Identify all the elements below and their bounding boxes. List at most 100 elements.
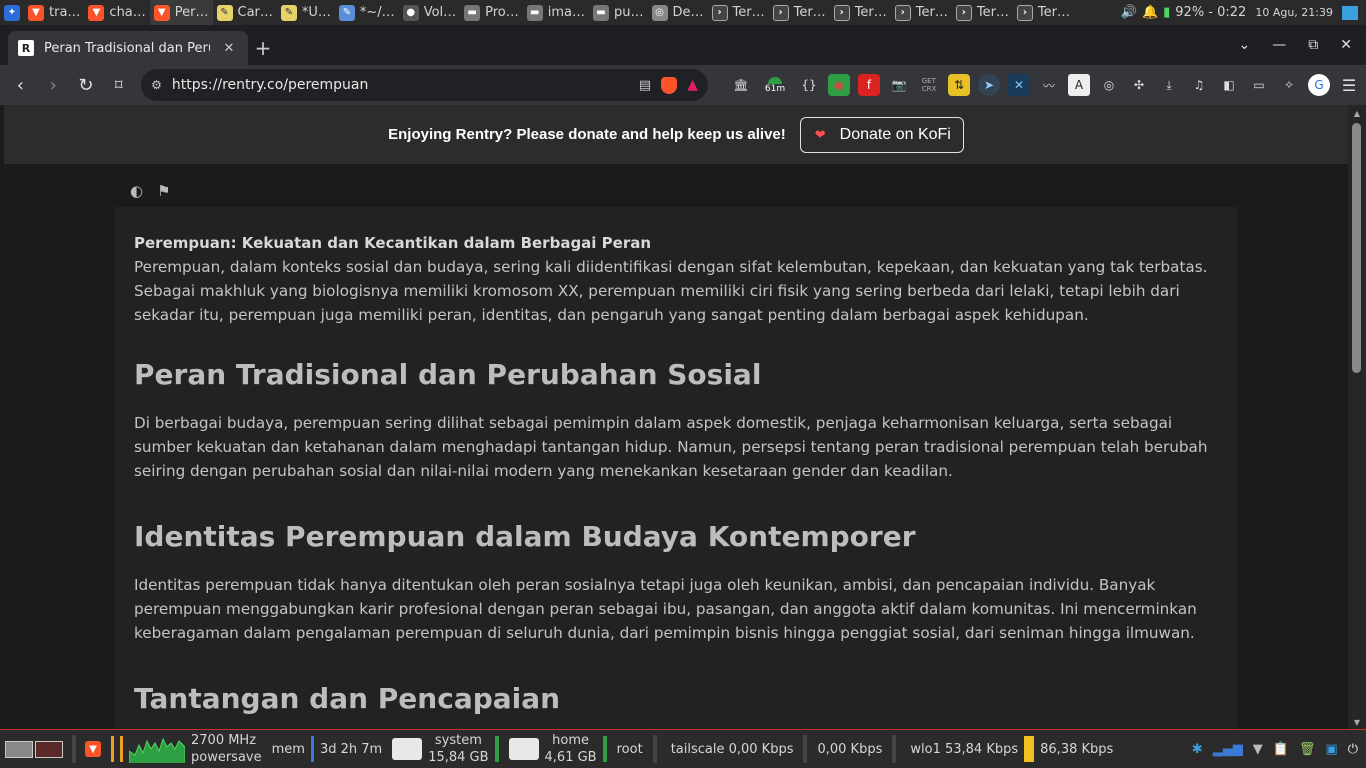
address-bar[interactable]: ⚙ https://rentry.co/perempuan ▤ ▲ xyxy=(141,69,708,101)
task-label: tra… xyxy=(49,5,81,20)
desktop-1[interactable] xyxy=(5,740,33,758)
brave-shields-icon[interactable] xyxy=(661,76,678,94)
show-desktop-icon[interactable] xyxy=(1342,5,1358,20)
back-button[interactable]: ‹ xyxy=(6,70,35,100)
color-extension-icon[interactable]: ◉ xyxy=(828,74,850,96)
clock[interactable]: 10 Agu, 21:39 xyxy=(1255,6,1333,19)
profile-icon[interactable]: G xyxy=(1308,74,1330,96)
maximize-button[interactable]: ⧉ xyxy=(1308,37,1318,53)
editor-icon: ✎ xyxy=(338,4,355,21)
task-terminal-6[interactable]: › Ter… xyxy=(1013,0,1074,25)
donate-kofi-label: Donate on KoFi xyxy=(839,125,951,143)
scroll-down-icon[interactable]: ▼ xyxy=(1352,718,1362,727)
desktop-2[interactable] xyxy=(35,740,63,758)
brave-launcher[interactable]: ▼ xyxy=(80,741,106,757)
task-brave-2[interactable]: ▼ cha… xyxy=(84,0,149,25)
minimize-button[interactable]: — xyxy=(1272,37,1286,53)
brave-rewards-icon[interactable]: ▲ xyxy=(687,77,698,93)
sidebar-icon[interactable]: ◧ xyxy=(1218,74,1240,96)
tailscale-monitor[interactable]: tailscale 0,00 Kbps 0,00 Kbps xyxy=(666,735,906,763)
clipboard-icon[interactable]: 📋 xyxy=(1273,742,1289,757)
download-icon[interactable]: ⤓ xyxy=(1158,74,1180,96)
camera-extension-icon[interactable]: 📷 xyxy=(888,74,910,96)
donate-banner: Enjoying Rentry? Please donate and help … xyxy=(4,105,1348,164)
terminal-icon: › xyxy=(772,4,789,21)
rentry-favicon-icon: R xyxy=(18,40,34,56)
getcrx-extension-icon[interactable]: GET CRX xyxy=(918,74,940,96)
cpu-monitor[interactable]: 2700 MHz powersave xyxy=(106,732,267,766)
disk-home[interactable]: home 4,61 GB xyxy=(504,732,612,766)
brave-icon: ▼ xyxy=(28,4,44,21)
wallet-icon[interactable]: ▭ xyxy=(1248,74,1270,96)
task-terminal-1[interactable]: › Ter… xyxy=(708,0,769,25)
reload-button[interactable]: ↻ xyxy=(72,70,101,100)
notification-bell-icon[interactable]: 🔔 xyxy=(1142,5,1158,20)
trash-icon[interactable]: 🗑 xyxy=(1299,742,1316,757)
task-terminal-3[interactable]: › Ter… xyxy=(830,0,891,25)
reader-mode-icon[interactable]: ▤ xyxy=(639,78,651,93)
task-editor[interactable]: ✎ *~/… xyxy=(335,0,399,25)
bluetooth-icon[interactable]: ✱ xyxy=(1192,742,1203,757)
task-terminal-4[interactable]: › Ter… xyxy=(891,0,952,25)
scroll-up-icon[interactable]: ▲ xyxy=(1352,109,1362,118)
x-extension-icon[interactable]: ✕ xyxy=(1008,74,1030,96)
leo-ai-icon[interactable]: ✧ xyxy=(1278,74,1300,96)
desktop-pager[interactable] xyxy=(0,740,68,758)
puzzle-extensions-icon[interactable]: ✣ xyxy=(1128,74,1150,96)
theme-toggle-icon[interactable]: ◐ xyxy=(130,182,143,200)
circle-extension-icon[interactable]: ◎ xyxy=(1098,74,1120,96)
battery-icon[interactable]: ▮ xyxy=(1163,5,1170,20)
archive-extension-icon[interactable]: 🏛 xyxy=(730,74,752,96)
sort-extension-icon[interactable]: ⇅ xyxy=(948,74,970,96)
cursor-extension-icon[interactable]: ➤ xyxy=(978,74,1000,96)
mem-monitor[interactable]: mem 3d 2h 7m xyxy=(267,736,388,762)
battery-status: 92% - 0:22 xyxy=(1175,5,1247,20)
a-extension-icon[interactable]: A xyxy=(1068,74,1090,96)
task-folder-3[interactable]: ▬ pu… xyxy=(589,0,648,25)
task-device[interactable]: ◎ De… xyxy=(648,0,708,25)
media-icon[interactable]: ♫ xyxy=(1188,74,1210,96)
screen-icon[interactable]: ▣ xyxy=(1325,742,1337,757)
tab-search-chevron-icon[interactable]: ⌄ xyxy=(1239,37,1251,53)
tailscale-down: tailscale 0,00 Kbps xyxy=(670,741,794,757)
new-tab-button[interactable]: + xyxy=(248,31,278,65)
power-icon[interactable]: ⏻ xyxy=(1348,742,1358,757)
task-terminal-2[interactable]: › Ter… xyxy=(769,0,830,25)
task-notes-1[interactable]: ✎ Car… xyxy=(213,0,277,25)
task-label: De… xyxy=(672,5,704,20)
tab-active[interactable]: R Peran Tradisional dan Perub ✕ xyxy=(8,31,248,65)
task-brave-3[interactable]: ▼ Per… xyxy=(149,0,213,25)
json-extension-icon[interactable]: {} xyxy=(798,74,820,96)
task-folder-1[interactable]: ▬ Pro… xyxy=(460,0,523,25)
close-window-button[interactable]: ✕ xyxy=(1340,37,1352,53)
flash-extension-icon[interactable]: f xyxy=(858,74,880,96)
volume-icon[interactable]: 🔊 xyxy=(1121,5,1137,20)
wave-extension-icon[interactable]: 〰 xyxy=(1038,74,1060,96)
task-terminal-5[interactable]: › Ter… xyxy=(952,0,1013,25)
folder-icon: ▬ xyxy=(593,4,610,21)
task-notes-2[interactable]: ✎ *U… xyxy=(277,0,335,25)
url-text[interactable]: https://rentry.co/perempuan xyxy=(172,77,629,93)
site-info-icon[interactable]: ⚙ xyxy=(151,78,162,92)
scroll-thumb[interactable] xyxy=(1352,123,1361,373)
root-status[interactable]: root xyxy=(612,735,666,763)
wlo1-monitor[interactable]: wlo1 53,84 Kbps 86,38 Kbps xyxy=(905,736,1118,762)
forward-button[interactable]: › xyxy=(39,70,68,100)
task-label: Ter… xyxy=(854,5,887,20)
bookmark-icon[interactable]: ⌑ xyxy=(104,70,133,100)
report-flag-icon[interactable]: ⚑ xyxy=(157,182,170,200)
disk-system[interactable]: system 15,84 GB xyxy=(387,732,503,766)
cpu-info: 2700 MHz powersave xyxy=(191,732,262,766)
task-volume[interactable]: ● Vol… xyxy=(399,0,460,25)
timer-extension-icon[interactable]: 61m xyxy=(760,74,790,96)
menu-icon[interactable]: ☰ xyxy=(1338,74,1360,96)
wifi-icon[interactable]: ▼ xyxy=(1253,742,1263,757)
tab-close-button[interactable]: ✕ xyxy=(220,41,238,56)
donate-kofi-button[interactable]: ❤ Donate on KoFi xyxy=(799,116,964,153)
app-launcher[interactable]: ✦ xyxy=(0,0,24,25)
page-scrollbar[interactable]: ▲ ▼ xyxy=(1348,105,1366,729)
bottom-panel: ▼ 2700 MHz powersave mem 3d 2h 7m system… xyxy=(0,729,1366,768)
task-folder-2[interactable]: ▬ ima… xyxy=(523,0,589,25)
signal-icon[interactable]: ▂▄▆ xyxy=(1213,742,1243,757)
task-brave-1[interactable]: ▼ tra… xyxy=(24,0,84,25)
